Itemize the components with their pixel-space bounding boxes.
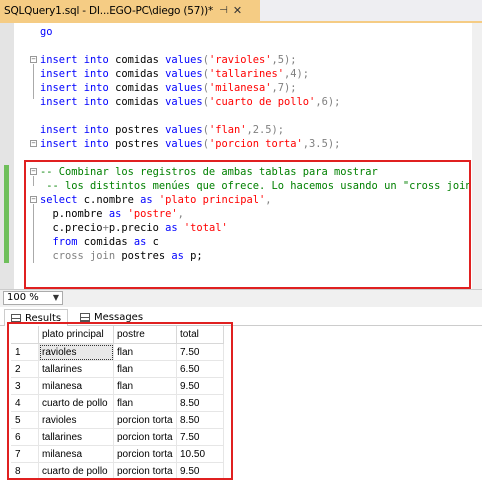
code-token: insert into <box>40 124 109 136</box>
code-token: comidas <box>108 68 166 80</box>
code-line[interactable]: insert into comidas values('cuarto de po… <box>40 95 340 109</box>
close-icon[interactable]: ✕ <box>233 4 242 17</box>
code-line[interactable]: insert into postres values('flan',2.5); <box>40 123 284 137</box>
code-token: insert into <box>40 138 109 150</box>
code-token: values <box>165 138 203 150</box>
code-token: values <box>165 96 203 108</box>
code-line[interactable]: insert into postres values('porcion tort… <box>40 137 340 151</box>
code-token: insert into <box>40 96 109 108</box>
highlight-box-results <box>7 322 233 480</box>
fold-line <box>33 64 34 99</box>
code-token: postres <box>108 138 166 150</box>
code-token: values <box>165 124 203 136</box>
code-token: 'flan' <box>208 124 247 136</box>
code-token: ,4); <box>284 68 310 80</box>
editor-scrollbar[interactable] <box>472 23 482 289</box>
zoom-value: 100 % <box>7 292 39 303</box>
code-token: ,5); <box>271 54 297 66</box>
messages-icon <box>80 312 90 322</box>
code-token: ,6); <box>315 96 341 108</box>
code-token: ,3.5); <box>302 138 341 150</box>
code-token: comidas <box>108 82 166 94</box>
code-token: values <box>165 68 203 80</box>
chevron-down-icon[interactable]: ▼ <box>53 292 59 304</box>
code-token: ,7); <box>271 82 297 94</box>
zoom-select[interactable]: 100 % ▼ <box>3 291 63 305</box>
tab-messages-label: Messages <box>94 311 144 323</box>
code-token: 'ravioles' <box>208 54 272 66</box>
document-tab[interactable]: SQLQuery1.sql - DI...EGO-PC\diego (57))*… <box>0 0 260 21</box>
code-line[interactable]: go <box>40 25 53 39</box>
code-token: insert into <box>40 82 109 94</box>
code-token: 'porcion torta' <box>208 138 303 150</box>
query-editor[interactable]: go insert into comidas values('ravioles',… <box>0 23 482 289</box>
zoom-bar: 100 % ▼ <box>0 289 482 308</box>
document-tab-title: SQLQuery1.sql - DI...EGO-PC\diego (57))* <box>4 4 214 17</box>
code-token: 'cuarto de pollo' <box>208 96 316 108</box>
code-token: go <box>40 26 53 38</box>
fold-toggle-icon[interactable]: − <box>30 140 37 147</box>
code-token: values <box>165 54 203 66</box>
code-token: comidas <box>108 96 166 108</box>
code-line[interactable]: insert into comidas values('milanesa',7)… <box>40 81 297 95</box>
code-token: ,2.5); <box>246 124 285 136</box>
code-token: insert into <box>40 68 109 80</box>
code-token: insert into <box>40 54 109 66</box>
code-line[interactable]: insert into comidas values('tallarines',… <box>40 67 309 81</box>
code-token: 'milanesa' <box>208 82 272 94</box>
fold-toggle-icon[interactable]: − <box>30 56 37 63</box>
document-tab-bar: SQLQuery1.sql - DI...EGO-PC\diego (57))*… <box>0 0 482 23</box>
pin-icon[interactable]: ⊣ <box>219 5 228 16</box>
editor-gutter <box>0 23 14 289</box>
code-token: 'tallarines' <box>208 68 285 80</box>
code-token: values <box>165 82 203 94</box>
code-token: postres <box>108 124 166 136</box>
change-marker <box>4 165 9 263</box>
code-token: comidas <box>108 54 166 66</box>
code-line[interactable]: insert into comidas values('ravioles',5)… <box>40 53 297 67</box>
highlight-box-query <box>24 160 471 289</box>
